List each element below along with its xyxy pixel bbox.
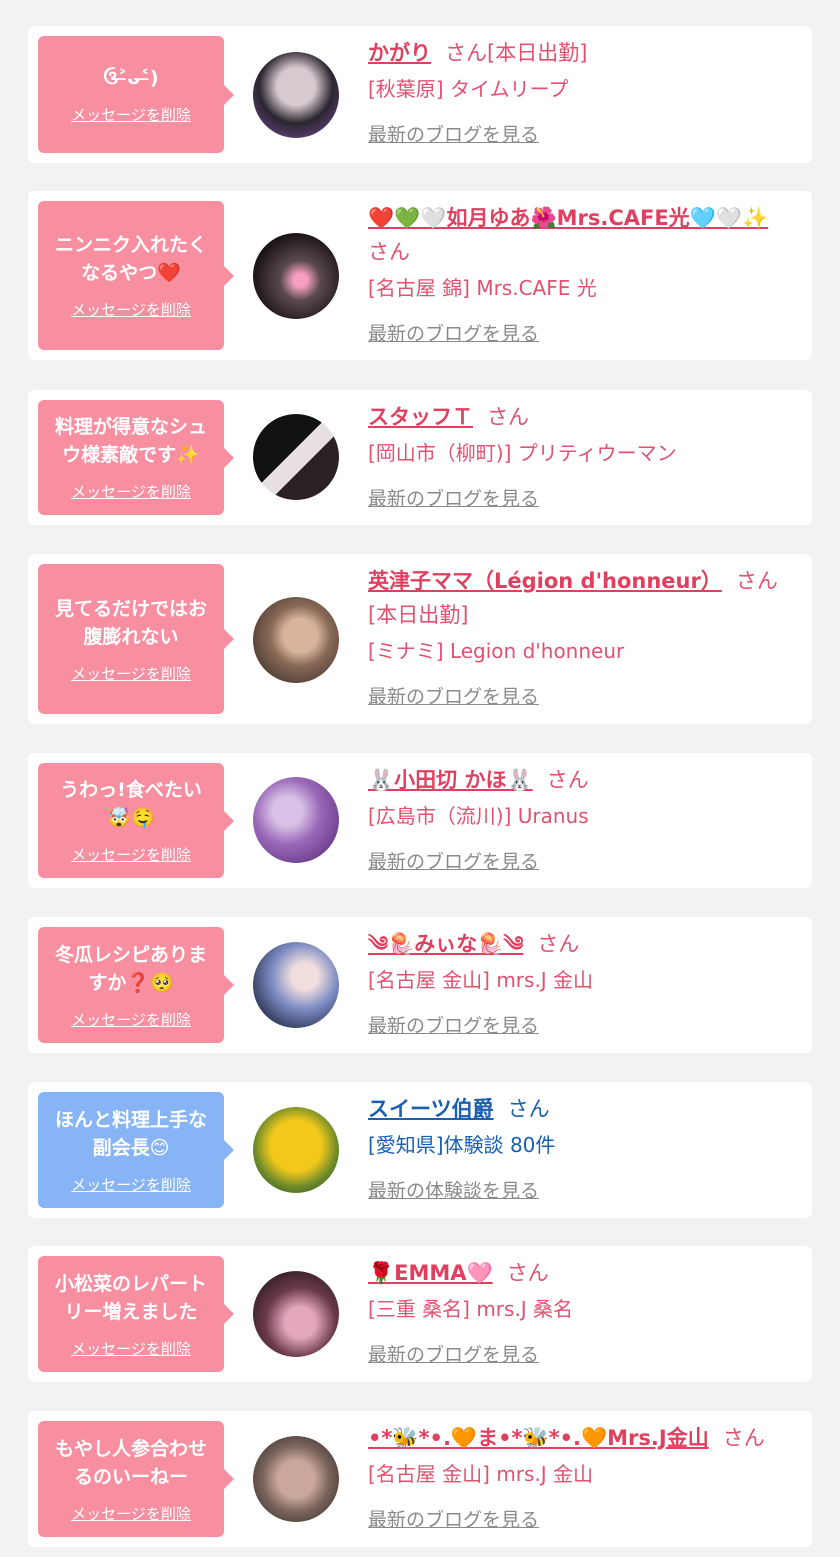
delete-message-link[interactable]: メッセージを削除: [71, 1009, 191, 1030]
list-item: ઉ˃̶ᴗ˂̶) メッセージを削除 かがり さん[本日出勤] [秋葉原] タイムリー…: [28, 26, 812, 163]
profile-name-link[interactable]: ❤️💚🤍如月ゆあ🌺Mrs.CAFE光🩵🤍✨: [368, 206, 768, 230]
name-suffix: さん[本日出勤]: [445, 41, 588, 65]
latest-blog-link[interactable]: 最新のブログを見る: [368, 1011, 539, 1038]
delete-message-link[interactable]: メッセージを削除: [71, 299, 191, 320]
list-item: ニンニク入れたく なるやつ❤️ メッセージを削除 ❤️💚🤍如月ゆあ🌺Mrs.CA…: [28, 191, 812, 360]
delete-message-link[interactable]: メッセージを削除: [71, 1174, 191, 1195]
profile-name-link[interactable]: スタッフＴ: [368, 405, 473, 429]
message-list: ઉ˃̶ᴗ˂̶) メッセージを削除 かがり さん[本日出勤] [秋葉原] タイムリー…: [0, 0, 840, 1557]
shop-label: [ミナミ] Legion d'honneur: [368, 639, 625, 663]
bubble-message: 料理が得意なシュ ウ様素敵です✨: [54, 416, 207, 466]
bubble-message: ほんと料理上手な 副会長😊: [54, 1108, 207, 1159]
message-bubble: ニンニク入れたく なるやつ❤️ メッセージを削除: [38, 201, 234, 350]
profile-name-link[interactable]: かがり: [368, 41, 431, 65]
profile-name-link[interactable]: ༄🪼みぃな🪼༄: [368, 932, 523, 956]
avatar[interactable]: [253, 597, 339, 683]
delete-message-link[interactable]: メッセージを削除: [71, 1338, 191, 1359]
message-bubble: 冬瓜レシピありま すか❓🥺 メッセージを削除: [38, 927, 234, 1043]
latest-blog-link[interactable]: 最新のブログを見る: [368, 120, 539, 147]
avatar[interactable]: [253, 1436, 339, 1522]
list-item: うわっ!食べたい 🤯🤤 メッセージを削除 🐰小田切 かほ🐰 さん [広島市（流川)…: [28, 753, 812, 888]
message-bubble: 料理が得意なシュ ウ様素敵です✨ メッセージを削除: [38, 400, 234, 515]
delete-message-link[interactable]: メッセージを削除: [71, 663, 191, 684]
shop-label: [秋葉原] タイムリープ: [368, 77, 569, 101]
bubble-message: ニンニク入れたく なるやつ❤️: [54, 234, 207, 284]
profile-name-link[interactable]: 🌹EMMA🩷: [368, 1261, 493, 1285]
latest-blog-link[interactable]: 最新のブログを見る: [368, 484, 539, 511]
latest-blog-link[interactable]: 最新のブログを見る: [368, 1340, 539, 1367]
list-item: 見てるだけではお 腹膨れない メッセージを削除 英津子ママ（Légion d'h…: [28, 554, 812, 724]
shop-label: [名古屋 錦] Mrs.CAFE 光: [368, 276, 597, 300]
name-suffix: さん: [368, 240, 410, 264]
delete-message-link[interactable]: メッセージを削除: [71, 844, 191, 865]
message-bubble: うわっ!食べたい 🤯🤤 メッセージを削除: [38, 763, 234, 878]
latest-blog-link[interactable]: 最新のブログを見る: [368, 1505, 539, 1532]
shop-label: [名古屋 金山] mrs.J 金山: [368, 1462, 594, 1486]
list-item: 冬瓜レシピありま すか❓🥺 メッセージを削除 ༄🪼みぃな🪼༄ さん [名古屋 金山…: [28, 917, 812, 1053]
shop-label: [名古屋 金山] mrs.J 金山: [368, 968, 594, 992]
name-suffix: さん: [487, 405, 529, 429]
avatar[interactable]: [253, 233, 339, 319]
bubble-message: 小松菜のレパート リー増えました: [54, 1272, 207, 1323]
profile-name-link[interactable]: 🐰小田切 かほ🐰: [368, 768, 533, 792]
list-item: 小松菜のレパート リー増えました メッセージを削除 🌹EMMA🩷 さん [三重 桑…: [28, 1246, 812, 1382]
bubble-message: 冬瓜レシピありま すか❓🥺: [54, 943, 207, 994]
latest-blog-link[interactable]: 最新のブログを見る: [368, 847, 539, 874]
delete-message-link[interactable]: メッセージを削除: [71, 481, 191, 502]
list-item: もやし人参合わせ るのいーねー メッセージを削除 •*🐝*•.🧡ま•*🐝*•.🧡…: [28, 1411, 812, 1547]
message-bubble: ઉ˃̶ᴗ˂̶) メッセージを削除: [38, 36, 234, 153]
shop-label: [広島市（流川)] Uranus: [368, 804, 589, 828]
avatar[interactable]: [253, 1107, 339, 1193]
shop-label: [岡山市（柳町)] プリティウーマン: [368, 441, 677, 465]
message-bubble: 見てるだけではお 腹膨れない メッセージを削除: [38, 564, 234, 714]
name-suffix: さん: [546, 768, 589, 792]
delete-message-link[interactable]: メッセージを削除: [71, 1503, 191, 1524]
shop-label: [三重 桑名] mrs.J 桑名: [368, 1297, 574, 1321]
bubble-message: うわっ!食べたい 🤯🤤: [60, 779, 202, 829]
bubble-message: 見てるだけではお 腹膨れない: [54, 597, 207, 648]
latest-blog-link[interactable]: 最新のブログを見る: [368, 319, 539, 346]
shop-label: [愛知県]体験談 80件: [368, 1133, 556, 1157]
profile-name-link[interactable]: 英津子ママ（Légion d'honneur）: [368, 569, 722, 593]
latest-blog-link[interactable]: 最新のブログを見る: [368, 682, 539, 709]
name-suffix: さん: [537, 932, 580, 956]
avatar[interactable]: [253, 52, 339, 138]
avatar[interactable]: [253, 414, 339, 500]
avatar[interactable]: [253, 1271, 339, 1357]
latest-review-link[interactable]: 最新の体験談を見る: [368, 1176, 539, 1203]
profile-name-link[interactable]: •*🐝*•.🧡ま•*🐝*•.🧡Mrs.J金山: [368, 1426, 709, 1450]
message-bubble: もやし人参合わせ るのいーねー メッセージを削除: [38, 1421, 234, 1537]
message-bubble: ほんと料理上手な 副会長😊 メッセージを削除: [38, 1092, 234, 1208]
message-bubble: 小松菜のレパート リー増えました メッセージを削除: [38, 1256, 234, 1372]
profile-name-link[interactable]: スイーツ伯爵: [368, 1097, 494, 1121]
bubble-message: ઉ˃̶ᴗ˂̶): [103, 67, 159, 89]
avatar[interactable]: [253, 942, 339, 1028]
name-suffix: さん: [722, 1426, 765, 1450]
bubble-message: もやし人参合わせ るのいーねー: [54, 1437, 207, 1488]
avatar[interactable]: [253, 777, 339, 863]
list-item: ほんと料理上手な 副会長😊 メッセージを削除 スイーツ伯爵 さん [愛知県]体験談…: [28, 1082, 812, 1218]
delete-message-link[interactable]: メッセージを削除: [71, 104, 191, 125]
name-suffix: さん: [507, 1097, 550, 1121]
name-suffix: さん: [506, 1261, 549, 1285]
list-item: 料理が得意なシュ ウ様素敵です✨ メッセージを削除 スタッフＴ さん [岡山市（柳…: [28, 390, 812, 525]
